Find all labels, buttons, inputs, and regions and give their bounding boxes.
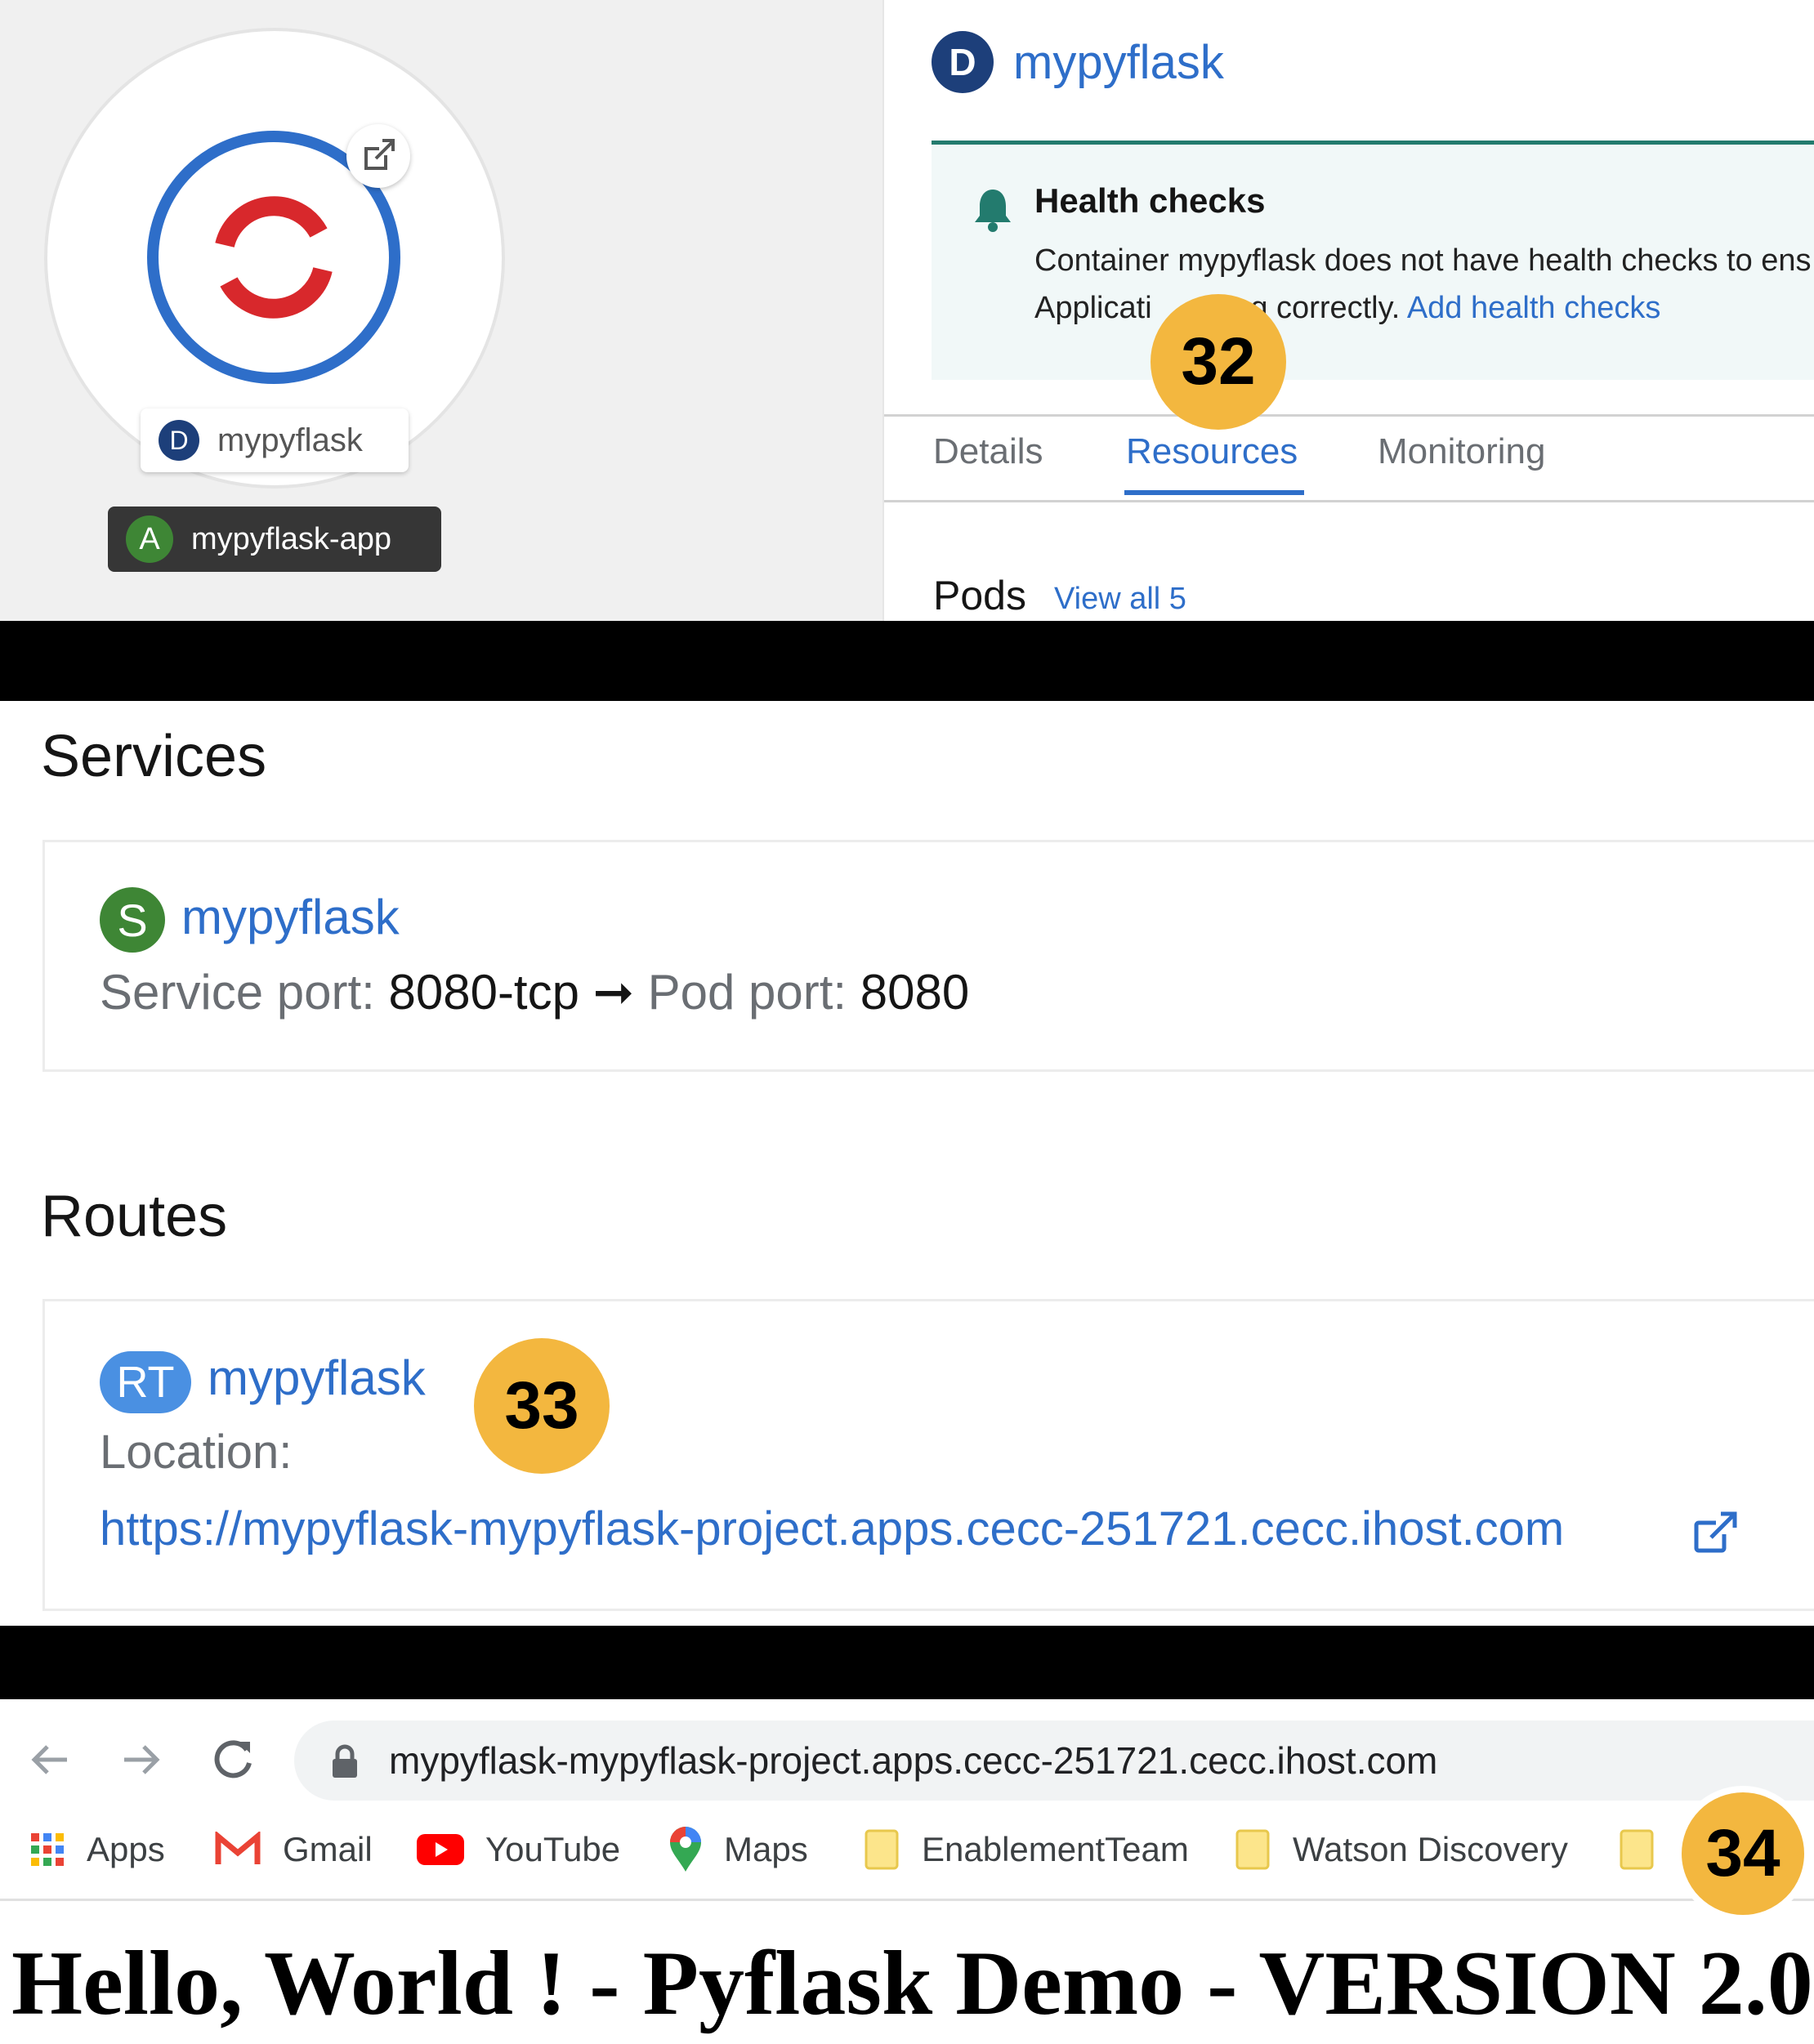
application-name: mypyflask-app xyxy=(191,521,391,556)
tab-resources[interactable]: Resources xyxy=(1126,431,1298,472)
bookmark-enablementteam[interactable]: EnablementTeam xyxy=(865,1825,1189,1874)
alert-message-line2: Applicati ning correctly. Add health chec… xyxy=(1034,291,1660,326)
deployment-badge: D xyxy=(159,420,199,461)
service-name-link[interactable]: mypyflask xyxy=(181,889,400,945)
alert-title: Health checks xyxy=(1034,181,1266,220)
bookmark-apps[interactable]: Apps xyxy=(29,1825,165,1874)
route-badge: RT xyxy=(100,1351,191,1413)
address-text[interactable]: mypyflask-mypyflask-project.apps.cecc-25… xyxy=(389,1738,1437,1783)
step-callout-34: 34 xyxy=(1675,1786,1811,1921)
youtube-icon xyxy=(417,1834,464,1865)
open-url-button[interactable] xyxy=(346,124,410,188)
folder-icon xyxy=(865,1829,899,1870)
bookmark-youtube[interactable]: YouTube xyxy=(417,1825,620,1874)
add-health-checks-link[interactable]: Add health checks xyxy=(1407,291,1661,325)
tab-details[interactable]: Details xyxy=(933,431,1043,472)
route-name-link[interactable]: mypyflask xyxy=(208,1350,426,1406)
alert-message-line1: Container mypyflask does not have health… xyxy=(1034,243,1812,278)
deployment-title-link[interactable]: mypyflask xyxy=(1013,35,1224,90)
step-callout-33: 33 xyxy=(474,1338,610,1474)
bookmarks-bar-divider xyxy=(0,1899,1814,1901)
reload-icon[interactable] xyxy=(206,1732,260,1786)
service-port-mapping: Service port: 8080-tcp ➞ Pod port: 8080 xyxy=(100,964,969,1021)
bookmark-label: Watson Discovery xyxy=(1293,1830,1568,1868)
separator-bar xyxy=(0,1626,1814,1699)
side-panel-title: D mypyflask xyxy=(932,31,1224,93)
application-group-label[interactable]: A mypyflask-app xyxy=(108,507,441,572)
active-tab-indicator xyxy=(1124,490,1304,495)
route-card xyxy=(42,1299,1814,1611)
tab-monitoring[interactable]: Monitoring xyxy=(1378,431,1545,472)
bookmark-folder[interactable] xyxy=(1620,1825,1677,1874)
folder-icon xyxy=(1235,1829,1270,1870)
service-port-label: Service port: xyxy=(100,965,375,1020)
apps-grid-icon xyxy=(31,1833,64,1866)
external-link-icon xyxy=(364,139,395,170)
route-url-link[interactable]: https://mypyflask-mypyflask-project.apps… xyxy=(100,1502,1564,1556)
bookmark-label: YouTube xyxy=(485,1830,621,1868)
back-arrow-icon[interactable] xyxy=(25,1734,77,1786)
service-badge: S xyxy=(100,887,165,953)
service-port-value: 8080-tcp xyxy=(388,965,579,1020)
pod-port-label: Pod port: xyxy=(647,965,847,1020)
folder-icon xyxy=(1620,1829,1654,1870)
bookmark-gmail[interactable]: Gmail xyxy=(214,1825,373,1874)
page-heading: Hello, World ! - Pyflask Demo - VERSION … xyxy=(11,1933,1813,2034)
external-link-icon[interactable] xyxy=(1691,1510,1739,1557)
bookmark-label: Gmail xyxy=(283,1830,373,1868)
bookmark-label: EnablementTeam xyxy=(922,1830,1189,1868)
bookmark-maps[interactable]: Maps xyxy=(668,1825,808,1874)
bookmark-label: Maps xyxy=(724,1830,808,1868)
bookmark-label: Apps xyxy=(87,1830,165,1868)
pods-heading: Pods xyxy=(933,573,1026,618)
bookmark-watson-discovery[interactable]: Watson Discovery xyxy=(1235,1825,1568,1874)
lock-icon[interactable] xyxy=(330,1743,360,1779)
bell-icon xyxy=(975,190,1011,232)
services-heading: Services xyxy=(41,724,267,789)
maps-pin-icon xyxy=(670,1827,701,1872)
deployment-node-name: mypyflask xyxy=(217,422,363,458)
application-badge: A xyxy=(126,515,173,563)
route-location-label: Location: xyxy=(100,1426,293,1479)
arrow-icon: ➞ xyxy=(592,965,634,1020)
separator-bar xyxy=(0,621,1814,701)
service-card xyxy=(42,840,1814,1072)
routes-heading: Routes xyxy=(41,1184,228,1249)
deployment-node-label[interactable]: D mypyflask xyxy=(141,408,409,472)
openshift-logo-icon xyxy=(210,196,337,319)
pod-port-value: 8080 xyxy=(860,965,970,1020)
alert-message-start: Applicati xyxy=(1034,291,1152,325)
step-callout-32: 32 xyxy=(1151,294,1286,430)
forward-arrow-icon[interactable] xyxy=(114,1734,167,1786)
gmail-icon xyxy=(215,1832,261,1864)
view-all-pods-link[interactable]: View all 5 xyxy=(1054,582,1186,617)
tabs-bottom-divider xyxy=(884,500,1814,502)
tabs-top-divider xyxy=(884,414,1814,417)
deployment-badge: D xyxy=(932,31,994,93)
